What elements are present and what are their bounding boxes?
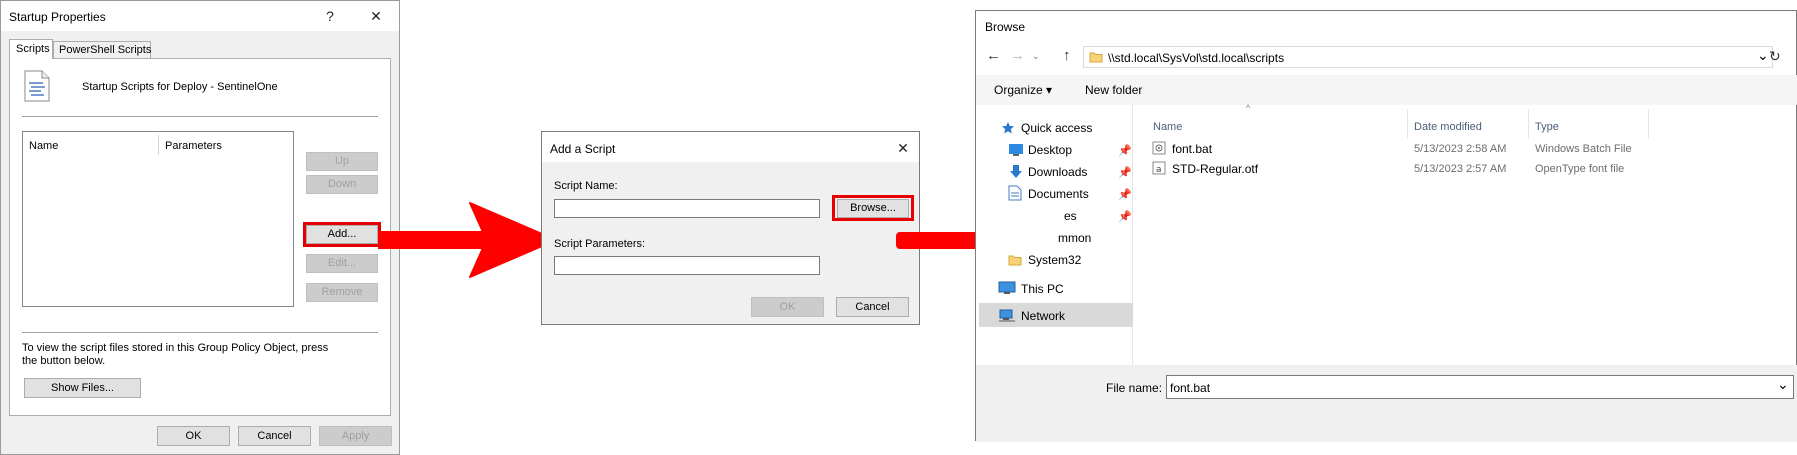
this-pc-icon	[998, 281, 1016, 294]
browse-title: Browse	[985, 20, 1026, 34]
sort-arrow-icon: ^	[1246, 103, 1251, 113]
organize-menu[interactable]: Organize ▾	[994, 83, 1052, 97]
nav-downloads[interactable]: Downloads	[1028, 165, 1087, 179]
nav-quick-access[interactable]: Quick access	[1021, 121, 1092, 135]
file-type: OpenType font file	[1535, 163, 1625, 175]
cancel-button[interactable]: Cancel	[238, 426, 311, 446]
column-divider	[158, 135, 159, 155]
column-divider	[1407, 109, 1408, 139]
info-text-line2: the button below.	[22, 355, 106, 367]
nav-this-pc[interactable]: This PC	[1021, 282, 1064, 296]
scripts-tab-page: Startup Scripts for Deploy - SentinelOne…	[9, 58, 391, 416]
back-button[interactable]: ←	[986, 47, 1001, 64]
file-name-input[interactable]: font.bat ⌄	[1166, 375, 1794, 399]
nav-desktop[interactable]: Desktop	[1028, 143, 1072, 157]
script-name-label: Script Name:	[554, 180, 618, 192]
folder-icon	[1008, 255, 1022, 266]
browse-dialog: Browse ← → ⌄ ↑ \\std.local\SysVol\std.lo…	[975, 10, 1797, 442]
arrow-right-icon	[378, 202, 557, 278]
address-text: \\std.local\SysVol\std.local\scripts	[1108, 51, 1285, 65]
navigation-pane: Quick access Desktop 📌 Downloads 📌 Docum…	[976, 105, 1133, 365]
info-divider	[22, 332, 378, 333]
chevron-down-icon[interactable]: ⌄	[1777, 376, 1789, 393]
refresh-icon[interactable]: ↻	[1769, 48, 1781, 65]
nav-common[interactable]: mmon	[1058, 231, 1091, 245]
column-divider	[1648, 109, 1649, 139]
scripts-heading: Startup Scripts for Deploy - SentinelOne	[82, 81, 278, 93]
add-script-title: Add a Script	[550, 142, 616, 156]
scripts-list[interactable]: Name Parameters	[22, 131, 294, 307]
info-text-line1: To view the script files stored in this …	[22, 342, 329, 354]
file-name: STD-Regular.otf	[1172, 162, 1259, 176]
column-header-type[interactable]: Type	[1535, 121, 1559, 133]
pin-icon[interactable]: 📌	[1118, 188, 1132, 201]
script-file-icon	[24, 70, 50, 102]
documents-icon	[1008, 185, 1022, 201]
column-header-name[interactable]: Name	[29, 140, 58, 152]
help-button[interactable]: ?	[319, 5, 341, 27]
tab-powershell-scripts[interactable]: PowerShell Scripts	[53, 41, 151, 59]
pin-icon[interactable]: 📌	[1118, 144, 1132, 157]
svg-text:a: a	[1156, 165, 1162, 175]
show-files-button[interactable]: Show Files...	[24, 378, 141, 398]
new-folder-button[interactable]: New folder	[1085, 83, 1142, 97]
folder-icon	[1089, 52, 1103, 63]
file-name: font.bat	[1172, 142, 1213, 156]
script-parameters-input[interactable]	[554, 256, 820, 275]
file-type: Windows Batch File	[1535, 143, 1632, 155]
column-header-name[interactable]: Name	[1153, 121, 1182, 133]
nav-network[interactable]: Network	[1021, 309, 1065, 323]
font-file-icon: a	[1152, 161, 1166, 175]
file-name-value: font.bat	[1170, 381, 1211, 395]
startup-title: Startup Properties	[9, 10, 106, 24]
add-script-close-button[interactable]: ✕	[892, 137, 914, 159]
address-bar[interactable]: \\std.local\SysVol\std.local\scripts ⌄	[1083, 46, 1773, 68]
download-icon	[1010, 165, 1022, 178]
close-button[interactable]: ✕	[365, 5, 387, 27]
file-row[interactable]: a STD-Regular.otf 5/13/2023 2:57 AM Open…	[1138, 159, 1788, 179]
up-button[interactable]: Up	[306, 152, 378, 171]
column-divider	[1528, 109, 1529, 139]
batch-file-icon	[1152, 141, 1166, 155]
network-icon	[999, 309, 1015, 322]
script-parameters-label: Script Parameters:	[554, 238, 646, 250]
column-header-date[interactable]: Date modified	[1414, 121, 1482, 133]
file-name-label: File name:	[1106, 381, 1163, 395]
add-script-titlebar: Add a Script ✕	[542, 132, 919, 162]
file-row[interactable]: font.bat 5/13/2023 2:58 AM Windows Batch…	[1138, 139, 1788, 159]
startup-titlebar: Startup Properties ? ✕	[1, 1, 399, 31]
add-script-cancel-button[interactable]: Cancel	[836, 297, 909, 317]
edit-button[interactable]: Edit...	[306, 254, 378, 273]
script-name-input[interactable]	[554, 199, 820, 218]
desktop-icon	[1009, 144, 1023, 156]
address-dropdown-icon[interactable]: ⌄	[1757, 47, 1769, 64]
remove-button[interactable]: Remove	[306, 283, 378, 302]
file-date: 5/13/2023 2:58 AM	[1414, 143, 1507, 155]
star-icon	[1002, 122, 1014, 134]
down-button[interactable]: Down	[306, 175, 378, 194]
nav-pictures[interactable]: es	[1064, 209, 1077, 223]
apply-button[interactable]: Apply	[319, 426, 392, 446]
pin-icon[interactable]: 📌	[1118, 166, 1132, 179]
startup-properties-window: Startup Properties ? ✕ Scripts PowerShel…	[0, 0, 400, 455]
forward-button[interactable]: →	[1010, 47, 1025, 64]
column-header-parameters[interactable]: Parameters	[165, 140, 222, 152]
file-date: 5/13/2023 2:57 AM	[1414, 163, 1507, 175]
ok-button[interactable]: OK	[157, 426, 230, 446]
chevron-down-icon[interactable]: ⌄	[1032, 51, 1040, 62]
up-folder-button[interactable]: ↑	[1063, 47, 1071, 64]
tab-scripts[interactable]: Scripts	[9, 39, 53, 59]
add-button-highlight	[303, 222, 381, 247]
add-script-ok-button[interactable]: OK	[751, 297, 824, 317]
pin-icon[interactable]: 📌	[1118, 210, 1132, 223]
nav-documents[interactable]: Documents	[1028, 187, 1089, 201]
add-script-dialog: Add a Script ✕ Script Name: Browse... Sc…	[541, 131, 920, 325]
nav-system32[interactable]: System32	[1028, 253, 1081, 267]
heading-divider	[22, 116, 378, 117]
